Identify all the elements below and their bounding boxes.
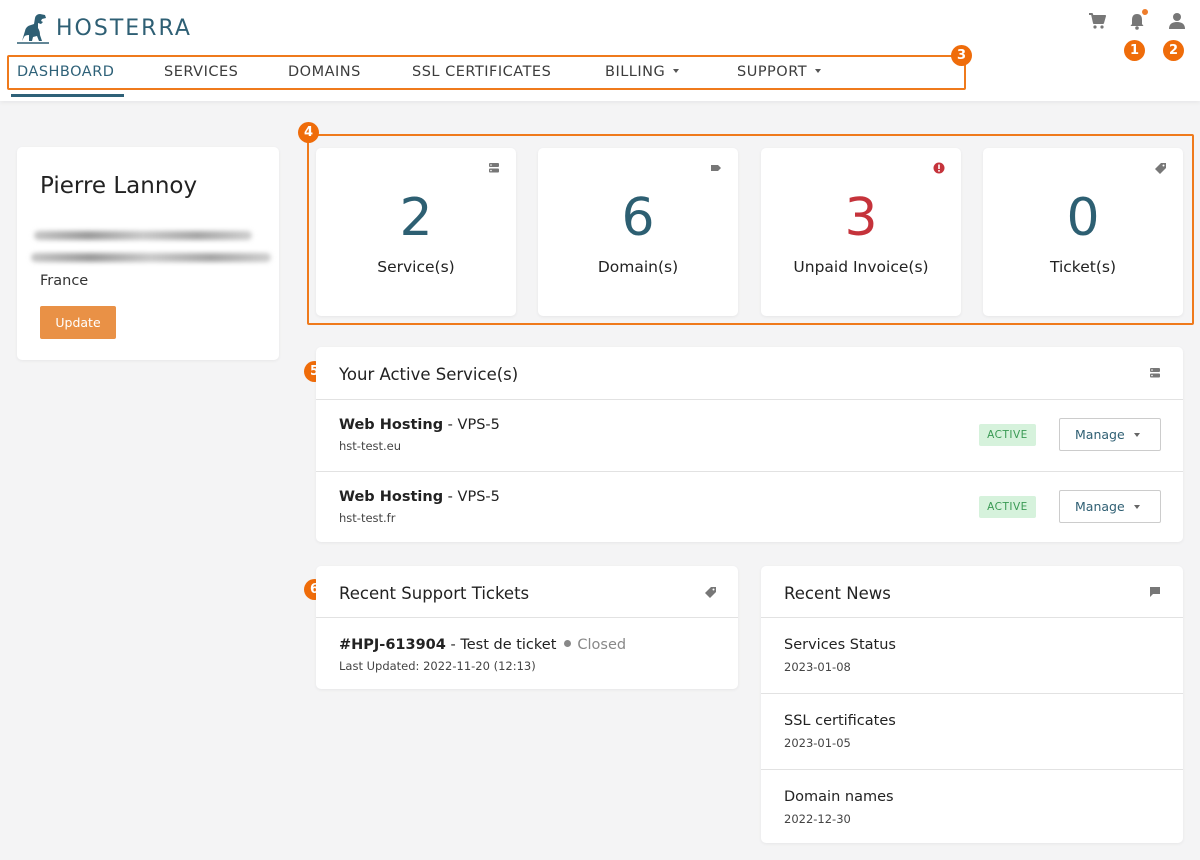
recent-tickets-panel: Recent Support Tickets #HPJ-613904 - Tes… <box>316 566 738 689</box>
divider <box>316 399 1183 400</box>
ticket-status: Closed <box>577 637 627 653</box>
user-icon <box>1169 13 1185 29</box>
profile-country: France <box>40 273 89 289</box>
notifications-button[interactable] <box>1128 9 1148 30</box>
annotation-marker-1: 1 <box>1124 40 1145 61</box>
ticket-summary: #HPJ-613904 - Test de ticket Closed <box>339 637 626 653</box>
status-dot-icon <box>564 640 572 647</box>
news-date: 2023-01-05 <box>784 736 851 750</box>
stat-value: 3 <box>844 188 878 248</box>
server-icon <box>489 163 499 173</box>
recent-news-panel: Recent News Services Status 2023-01-08 S… <box>761 566 1183 843</box>
brand-name: HOSTERRA <box>56 15 192 41</box>
alert-icon <box>933 162 945 174</box>
divider <box>761 617 1183 618</box>
service-domain: hst-test.eu <box>339 439 402 453</box>
news-title: Services Status <box>784 637 896 653</box>
tag-icon <box>711 165 721 171</box>
news-title: SSL certificates <box>784 713 896 729</box>
ticket-icon <box>705 587 716 598</box>
stat-card-unpaid-invoices[interactable]: 3 Unpaid Invoice(s) <box>761 148 961 316</box>
manage-button-label: Manage <box>1075 427 1125 442</box>
stat-label: Unpaid Invoice(s) <box>793 258 929 276</box>
stat-value: 2 <box>399 188 433 248</box>
redacted-address-line <box>31 253 271 262</box>
account-button[interactable] <box>1168 12 1186 30</box>
notification-dot <box>1142 9 1148 15</box>
profile-name: Pierre Lannoy <box>40 173 198 199</box>
stat-label: Service(s) <box>377 258 455 276</box>
active-tab-indicator <box>11 94 124 97</box>
stat-card-tickets[interactable]: 0 Ticket(s) <box>983 148 1183 316</box>
stat-card-services[interactable]: 2 Service(s) <box>316 148 516 316</box>
active-services-panel: Your Active Service(s) Web Hosting - VPS… <box>316 347 1183 542</box>
brand-logo[interactable]: HOSTERRA <box>16 10 192 46</box>
stat-card-domains[interactable]: 6 Domain(s) <box>538 148 738 316</box>
ticket-icon <box>1155 163 1166 174</box>
service-name: Web Hosting - VPS-5 <box>339 489 500 505</box>
divider <box>316 617 738 618</box>
divider <box>761 769 1183 770</box>
service-product: Web Hosting <box>339 417 444 433</box>
divider <box>761 693 1183 694</box>
ticket-subject: - Test de ticket <box>445 637 557 653</box>
news-title: Domain names <box>784 789 894 805</box>
annotation-marker-3: 3 <box>951 45 972 66</box>
service-plan: - VPS-5 <box>443 417 500 433</box>
stat-label: Domain(s) <box>597 258 679 276</box>
redacted-address-line <box>34 231 252 240</box>
annotation-marker-4: 4 <box>298 122 319 143</box>
news-date: 2022-12-30 <box>784 812 851 826</box>
service-plan: - VPS-5 <box>443 489 500 505</box>
news-date: 2023-01-08 <box>784 660 851 674</box>
chevron-down-icon <box>1134 433 1140 437</box>
cart-button[interactable] <box>1088 12 1106 30</box>
server-icon <box>1150 368 1160 378</box>
comment-icon <box>1150 587 1160 597</box>
manage-button-label: Manage <box>1075 499 1125 514</box>
divider <box>316 471 1183 472</box>
stat-value: 0 <box>1066 188 1100 248</box>
stat-value: 6 <box>621 188 655 248</box>
panel-title: Recent Support Tickets <box>339 584 530 603</box>
status-badge: ACTIVE <box>979 496 1036 518</box>
profile-card: Pierre Lannoy France Update <box>17 147 279 360</box>
panel-title: Recent News <box>784 584 891 603</box>
ticket-id: #HPJ-613904 <box>339 637 446 653</box>
service-product: Web Hosting <box>339 489 444 505</box>
chevron-down-icon <box>1134 505 1140 509</box>
nav-highlight-box <box>7 55 966 90</box>
service-domain: hst-test.fr <box>339 511 396 525</box>
stat-label: Ticket(s) <box>1049 258 1117 276</box>
cart-icon <box>1089 13 1106 29</box>
update-profile-button[interactable]: Update <box>40 306 116 339</box>
status-badge: ACTIVE <box>979 424 1036 446</box>
service-name: Web Hosting - VPS-5 <box>339 417 500 433</box>
dinosaur-logo-icon <box>17 14 49 44</box>
panel-title: Your Active Service(s) <box>339 365 519 384</box>
header-actions <box>1088 9 1186 30</box>
manage-button[interactable]: Manage <box>1059 490 1161 523</box>
ticket-updated: Last Updated: 2022-11-20 (12:13) <box>339 659 536 673</box>
manage-button[interactable]: Manage <box>1059 418 1161 451</box>
annotation-marker-2: 2 <box>1163 40 1184 61</box>
